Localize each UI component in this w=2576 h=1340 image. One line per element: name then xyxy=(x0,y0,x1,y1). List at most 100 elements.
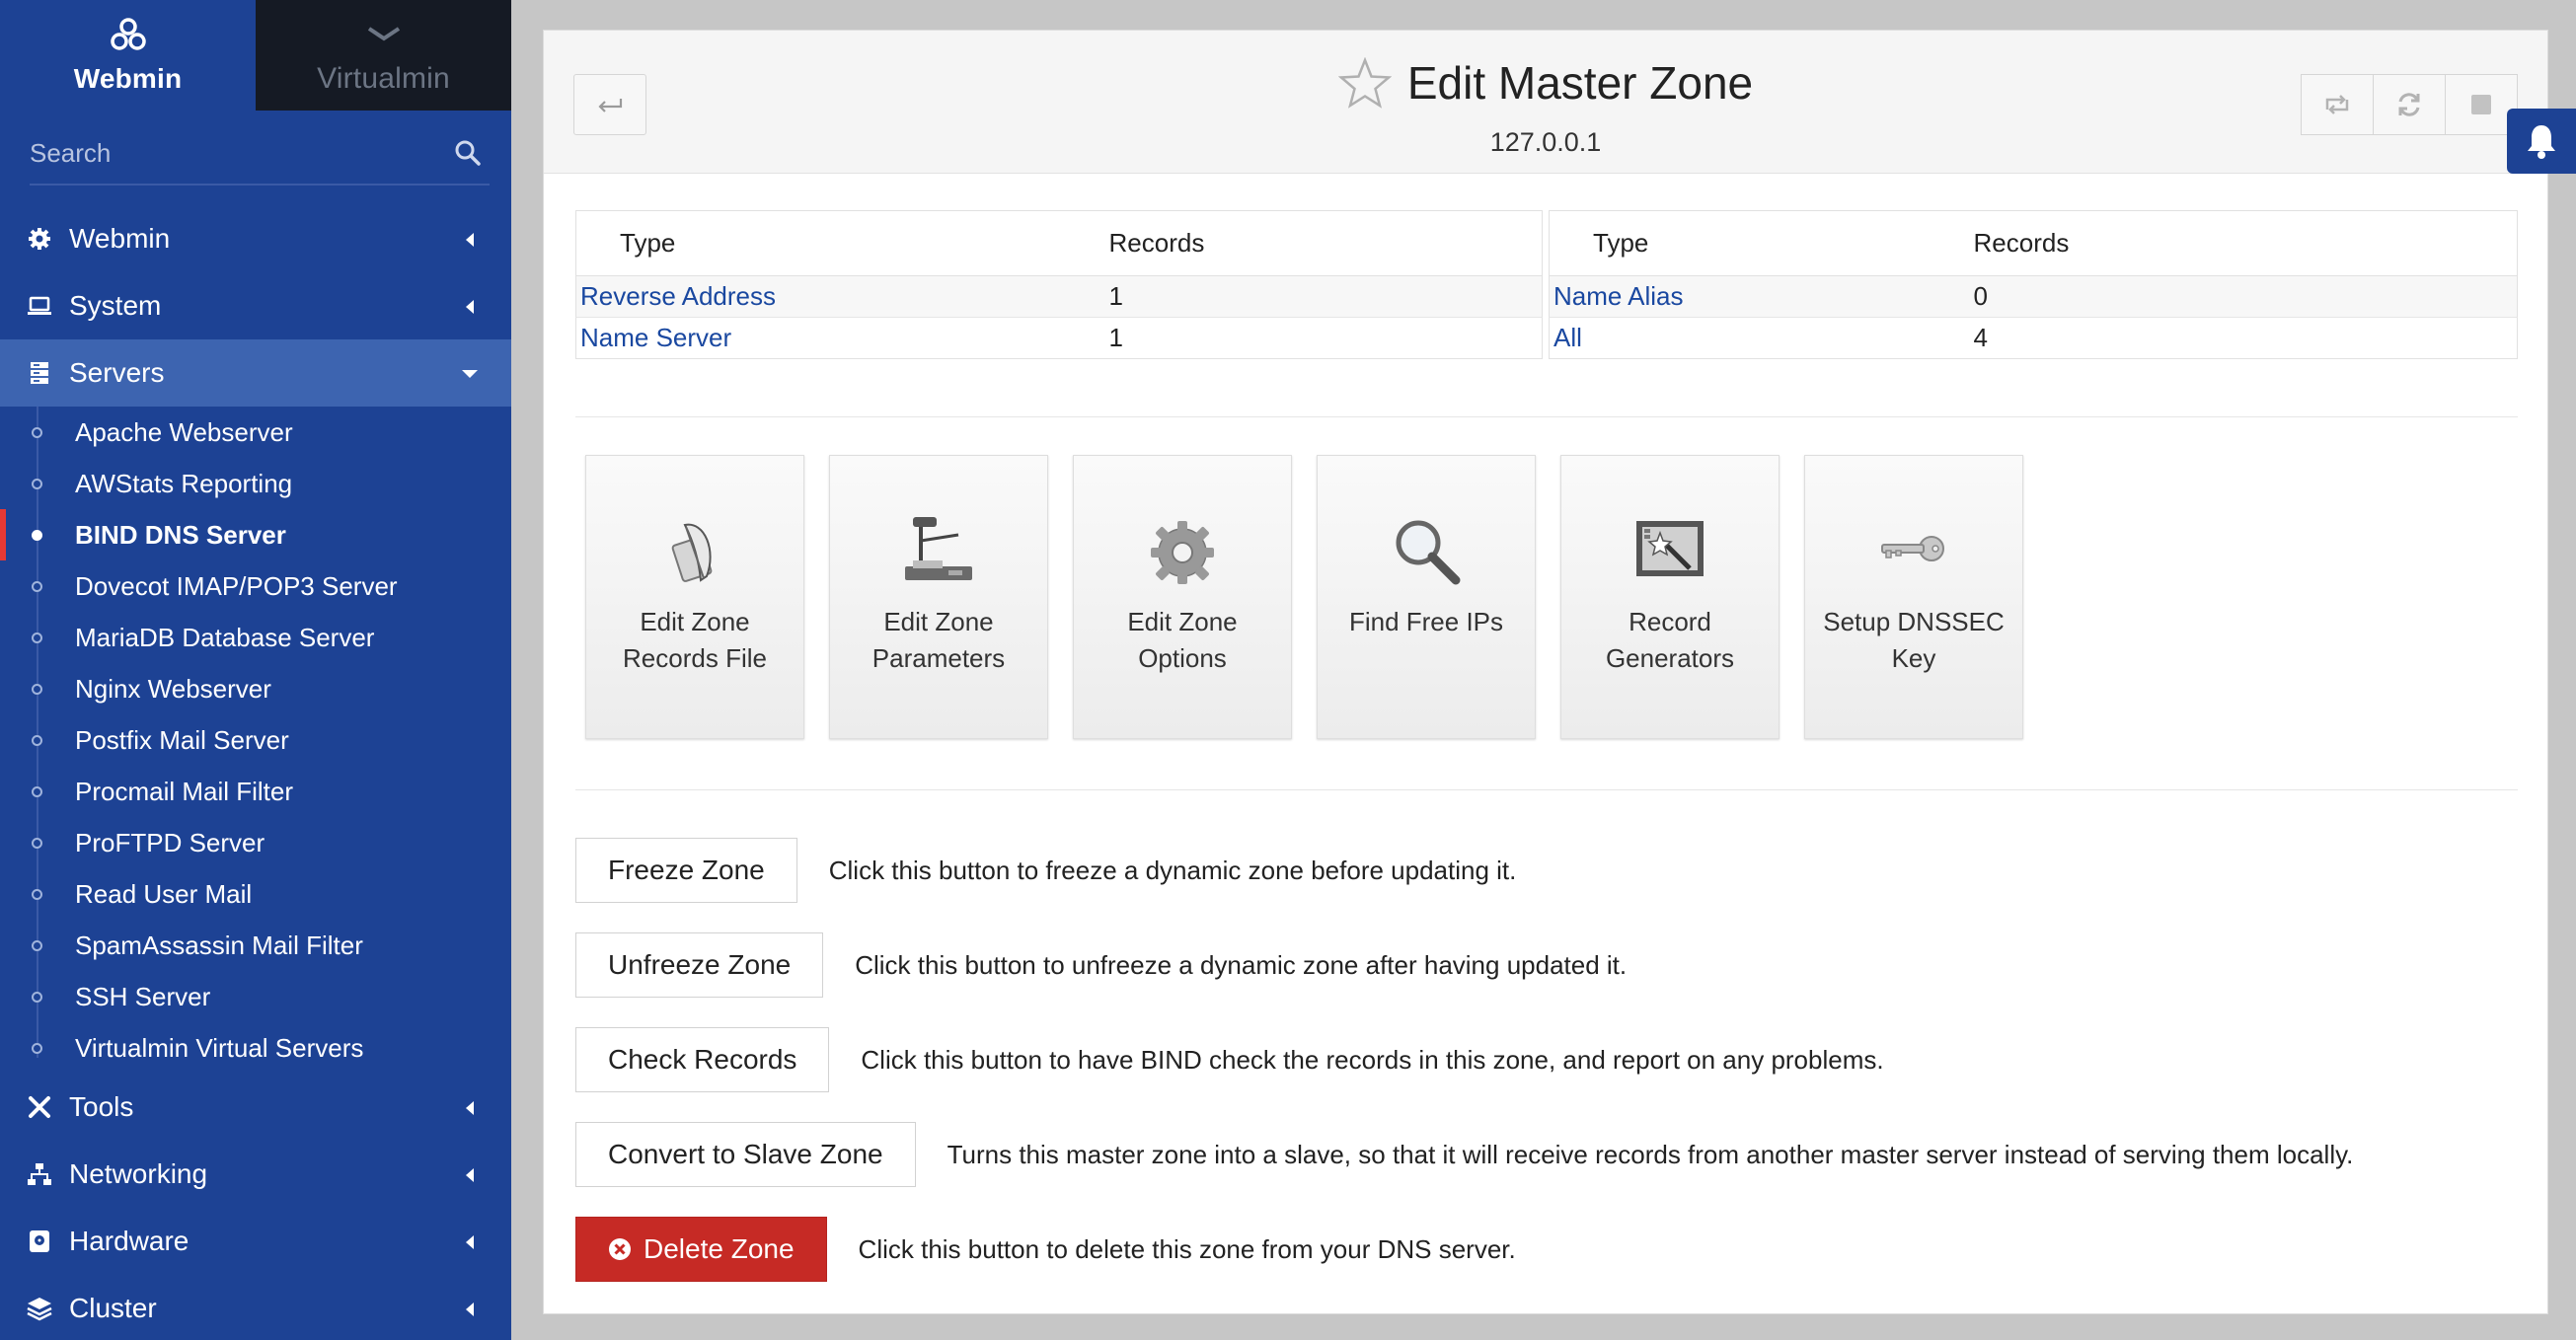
webmin-tab[interactable]: Webmin xyxy=(0,0,256,111)
search-icon[interactable] xyxy=(454,139,482,167)
sidebar-item-spamassassin[interactable]: SpamAssassin Mail Filter xyxy=(0,920,511,971)
zone-actions: Freeze Zone Click this button to freeze … xyxy=(575,838,2353,1311)
bullet-icon xyxy=(32,633,42,643)
icon-button-label: Find Free IPs xyxy=(1348,607,1504,636)
bullet-icon xyxy=(32,479,42,489)
virtualmin-tab-label: Virtualmin xyxy=(317,62,450,95)
page-title: Edit Master Zone xyxy=(1406,57,1754,109)
sidebar-item-label: MariaDB Database Server xyxy=(75,622,375,652)
stop-icon xyxy=(2471,95,2491,114)
caret-left-icon xyxy=(466,233,474,247)
sidebar-item-nginx[interactable]: Nginx Webserver xyxy=(0,663,511,714)
sidebar-item-dovecot[interactable]: Dovecot IMAP/POP3 Server xyxy=(0,560,511,612)
action-description: Click this button to delete this zone fr… xyxy=(858,1233,1516,1264)
virtualmin-logo-icon xyxy=(367,27,400,41)
setup-dnssec-key-button[interactable]: Setup DNSSEC Key xyxy=(1804,455,2023,739)
sidebar-item-awstats[interactable]: AWStats Reporting xyxy=(0,458,511,509)
module-config-button[interactable] xyxy=(2301,74,2374,135)
bullet-icon xyxy=(32,735,42,746)
record-count: 4 xyxy=(1973,317,2518,359)
sidebar-item-webmin[interactable]: Webmin xyxy=(0,205,511,272)
record-type-link[interactable]: Name Server xyxy=(580,323,731,352)
action-row: Unfreeze Zone Click this button to unfre… xyxy=(575,932,2353,998)
sidebar-item-bind-dns[interactable]: BIND DNS Server xyxy=(0,509,511,560)
caret-down-icon xyxy=(462,370,478,378)
column-header-type: Type xyxy=(1549,210,1974,276)
find-free-ips-button[interactable]: Find Free IPs xyxy=(1317,455,1536,739)
magic-wand-screen-icon xyxy=(1636,521,1704,576)
magnifier-icon xyxy=(1396,520,1461,585)
search-box xyxy=(30,124,490,186)
virtualmin-tab[interactable]: Virtualmin xyxy=(256,0,511,111)
records-tables: Type Records Reverse Address 1 Name Serv… xyxy=(575,210,2518,359)
sidebar-item-cluster[interactable]: Cluster xyxy=(0,1275,511,1340)
caret-left-icon xyxy=(466,1235,474,1249)
freeze-zone-button[interactable]: Freeze Zone xyxy=(575,838,797,903)
action-row: Check Records Click this button to have … xyxy=(575,1027,2353,1092)
search-input[interactable] xyxy=(30,124,490,182)
record-type-link[interactable]: Name Alias xyxy=(1553,281,1684,311)
icon-button-label: Edit Zone Options xyxy=(1127,607,1238,673)
refresh-button[interactable] xyxy=(2373,74,2446,135)
gear-icon xyxy=(29,228,50,250)
record-count: 0 xyxy=(1973,275,2518,318)
sidebar-item-label: Networking xyxy=(69,1158,208,1189)
sidebar-item-hardware[interactable]: Hardware xyxy=(0,1208,511,1275)
sidebar-item-system[interactable]: System xyxy=(0,272,511,339)
edit-zone-options-button[interactable]: Edit Zone Options xyxy=(1073,455,1292,739)
icon-button-label: Record Generators xyxy=(1605,607,1735,673)
bullet-icon xyxy=(32,1043,42,1054)
check-records-button[interactable]: Check Records xyxy=(575,1027,830,1092)
edit-zone-parameters-button[interactable]: Edit Zone Parameters xyxy=(829,455,1048,739)
title-block: Edit Master Zone 127.0.0.1 xyxy=(544,56,2547,158)
network-icon xyxy=(28,1163,51,1185)
notifications-button[interactable] xyxy=(2507,109,2576,174)
sidebar-item-ssh[interactable]: SSH Server xyxy=(0,971,511,1022)
sidebar-item-mariadb[interactable]: MariaDB Database Server xyxy=(0,612,511,663)
delete-zone-button[interactable]: Delete Zone xyxy=(575,1217,827,1282)
sidebar-item-postfix[interactable]: Postfix Mail Server xyxy=(0,714,511,766)
star-icon[interactable] xyxy=(1337,57,1392,109)
hard-drive-icon xyxy=(30,1230,49,1252)
convert-to-slave-button[interactable]: Convert to Slave Zone xyxy=(575,1122,916,1187)
zone-icon-buttons: Edit Zone Records File Edit Zone Paramet… xyxy=(585,455,2048,739)
table-row: Name Server 1 xyxy=(575,317,1543,359)
bullet-icon xyxy=(32,889,42,900)
server-icon xyxy=(31,362,48,384)
brand-tabs: Webmin Virtualmin xyxy=(0,0,511,111)
sidebar-item-read-user-mail[interactable]: Read User Mail xyxy=(0,868,511,920)
sidebar-menu: Webmin System Servers Apache Webserver A… xyxy=(0,205,511,1340)
feather-pen-icon xyxy=(671,523,713,582)
sidebar-item-networking[interactable]: Networking xyxy=(0,1141,511,1208)
sidebar-item-label: Nginx Webserver xyxy=(75,673,271,704)
sidebar-item-label: Read User Mail xyxy=(75,878,253,909)
bullet-icon xyxy=(32,581,42,592)
sidebar-item-label: Virtualmin Virtual Servers xyxy=(75,1032,364,1063)
column-header-records: Records xyxy=(1973,210,2518,276)
sidebar-item-apache[interactable]: Apache Webserver xyxy=(0,407,511,458)
page-subtitle: 127.0.0.1 xyxy=(1489,127,1602,157)
unfreeze-zone-button[interactable]: Unfreeze Zone xyxy=(575,932,824,998)
sidebar-item-proftpd[interactable]: ProFTPD Server xyxy=(0,817,511,868)
sidebar-item-virtualmin-servers[interactable]: Virtualmin Virtual Servers xyxy=(0,1022,511,1074)
caret-left-icon xyxy=(466,1303,474,1316)
sidebar-item-label: Procmail Mail Filter xyxy=(75,776,294,806)
record-type-link[interactable]: Reverse Address xyxy=(580,281,776,311)
tools-icon xyxy=(29,1096,50,1118)
sidebar: Webmin Virtualmin Webmin xyxy=(0,0,511,1340)
gear-icon xyxy=(1151,521,1214,584)
sidebar-item-procmail[interactable]: Procmail Mail Filter xyxy=(0,766,511,817)
sidebar-item-tools[interactable]: Tools xyxy=(0,1074,511,1141)
edit-records-file-button[interactable]: Edit Zone Records File xyxy=(585,455,804,739)
sidebar-item-label: Webmin xyxy=(69,223,171,254)
action-row: Freeze Zone Click this button to freeze … xyxy=(575,838,2353,903)
action-description: Click this button to unfreeze a dynamic … xyxy=(855,949,1628,980)
bullet-icon xyxy=(32,940,42,951)
action-row: Convert to Slave Zone Turns this master … xyxy=(575,1122,2353,1187)
record-generators-button[interactable]: Record Generators xyxy=(1560,455,1780,739)
sidebar-item-servers[interactable]: Servers xyxy=(0,339,511,407)
record-type-link[interactable]: All xyxy=(1553,323,1582,352)
records-table-left: Type Records Reverse Address 1 Name Serv… xyxy=(575,210,1543,359)
sidebar-item-label: Postfix Mail Server xyxy=(75,724,289,755)
table-row: All 4 xyxy=(1549,317,2518,359)
